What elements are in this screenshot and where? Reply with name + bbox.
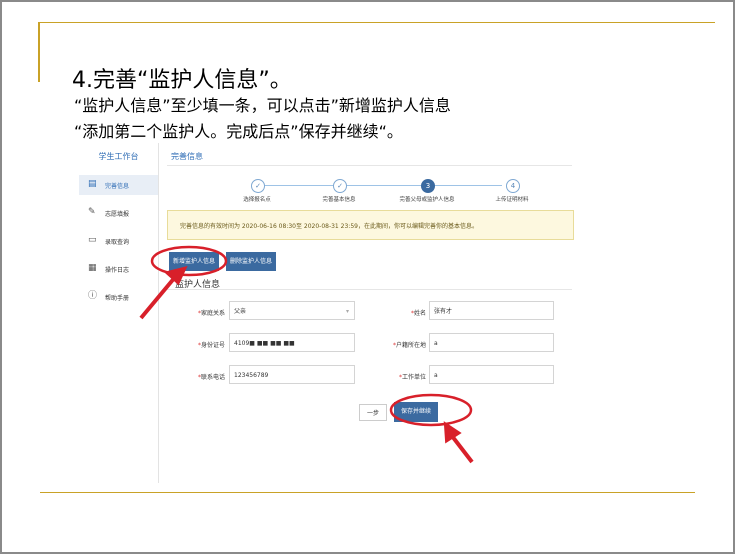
notice-text: 完善信息的有效时间为 2020-06-16 08:30至 2020-08-31 …: [180, 223, 478, 230]
chevron-down-icon: ▾: [345, 308, 349, 315]
instruction-line-1: “监护人信息”至少填一条，可以点击”新增监护人信息: [74, 96, 451, 115]
page-title: 完善信息: [171, 152, 203, 161]
sidebar-item-log[interactable]: ▦ 操作日志: [79, 259, 158, 279]
work-field[interactable]: a: [429, 365, 554, 384]
sidebar-item-label: 志愿填报: [105, 211, 130, 218]
id-label: *身份证号: [197, 342, 225, 349]
step-number: 3: [421, 179, 435, 193]
id-number-field[interactable]: 4109■ ■■ ■■ ■■: [229, 333, 355, 352]
main-panel: 完善信息 ✓ 选择报名点 ✓ 完善基本信息 3 完善父母或监护人信息 4 上传证…: [159, 143, 585, 483]
sidebar-item-label: 录取查询: [105, 239, 130, 246]
step-label: 完善父母或监护人信息: [399, 197, 455, 203]
step-label: 上传证明材料: [495, 197, 529, 203]
phone-label: *联系电话: [197, 374, 225, 381]
sidebar-item-application[interactable]: ✎ 志愿填报: [79, 203, 158, 223]
sidebar-title: 学生工作台: [98, 152, 139, 161]
instruction-line-2: “添加第二个监护人。完成后点”保存并继续“。: [74, 122, 403, 141]
hukou-label: *户籍所在地: [392, 342, 426, 349]
relation-label: *家庭关系: [197, 310, 225, 317]
hukou-field[interactable]: a: [429, 333, 554, 352]
decor-left-line: [38, 22, 40, 82]
previous-step-button[interactable]: 一步: [359, 404, 387, 421]
sidebar: 学生工作台 ▤ 完善信息 ✎ 志愿填报 ▭ 录取查询 ▦ 操作日志 ⓘ 帮助手册: [79, 143, 159, 483]
edit-icon: ✎: [88, 207, 96, 217]
sidebar-item-label: 完善信息: [105, 183, 130, 190]
step-label: 选择报名点: [243, 197, 271, 203]
form-icon: ▤: [88, 179, 97, 189]
step-connector: [257, 185, 502, 186]
delete-guardian-button[interactable]: 删除监护人信息: [226, 252, 276, 271]
divider: [167, 165, 572, 166]
relation-select[interactable]: 父亲 ▾: [229, 301, 355, 320]
decor-top-line: [38, 22, 715, 23]
name-field[interactable]: 张有才: [429, 301, 554, 320]
calendar-icon: ▦: [88, 263, 97, 273]
info-icon: ⓘ: [88, 291, 98, 301]
phone-field[interactable]: 123456789: [229, 365, 355, 384]
sidebar-item-label: 帮助手册: [105, 295, 130, 302]
work-label: *工作单位: [398, 374, 426, 381]
step-label: 完善基本信息: [322, 197, 356, 203]
add-guardian-button[interactable]: 新增监护人信息: [169, 252, 219, 271]
step-number: 4: [506, 179, 520, 193]
app-screenshot: 学生工作台 ▤ 完善信息 ✎ 志愿填报 ▭ 录取查询 ▦ 操作日志 ⓘ 帮助手册…: [79, 143, 585, 488]
divider: [167, 289, 572, 290]
notice-banner: 完善信息的有效时间为 2020-06-16 08:30至 2020-08-31 …: [167, 210, 574, 240]
check-icon: ✓: [251, 179, 265, 193]
save-and-continue-button[interactable]: 保存并继续: [394, 402, 438, 422]
sidebar-item-complete-info[interactable]: ▤ 完善信息: [79, 175, 158, 195]
check-icon: ✓: [333, 179, 347, 193]
slide-title: 4.完善“监护人信息”。: [72, 68, 292, 93]
sidebar-item-admission[interactable]: ▭ 录取查询: [79, 231, 158, 251]
progress-steps: ✓ 选择报名点 ✓ 完善基本信息 3 完善父母或监护人信息 4 上传证明材料: [159, 177, 585, 207]
name-label: *姓名: [410, 310, 426, 317]
sidebar-item-help[interactable]: ⓘ 帮助手册: [79, 287, 158, 307]
document-icon: ▭: [88, 235, 97, 245]
decor-bottom-line: [40, 492, 695, 493]
sidebar-item-label: 操作日志: [105, 267, 130, 274]
